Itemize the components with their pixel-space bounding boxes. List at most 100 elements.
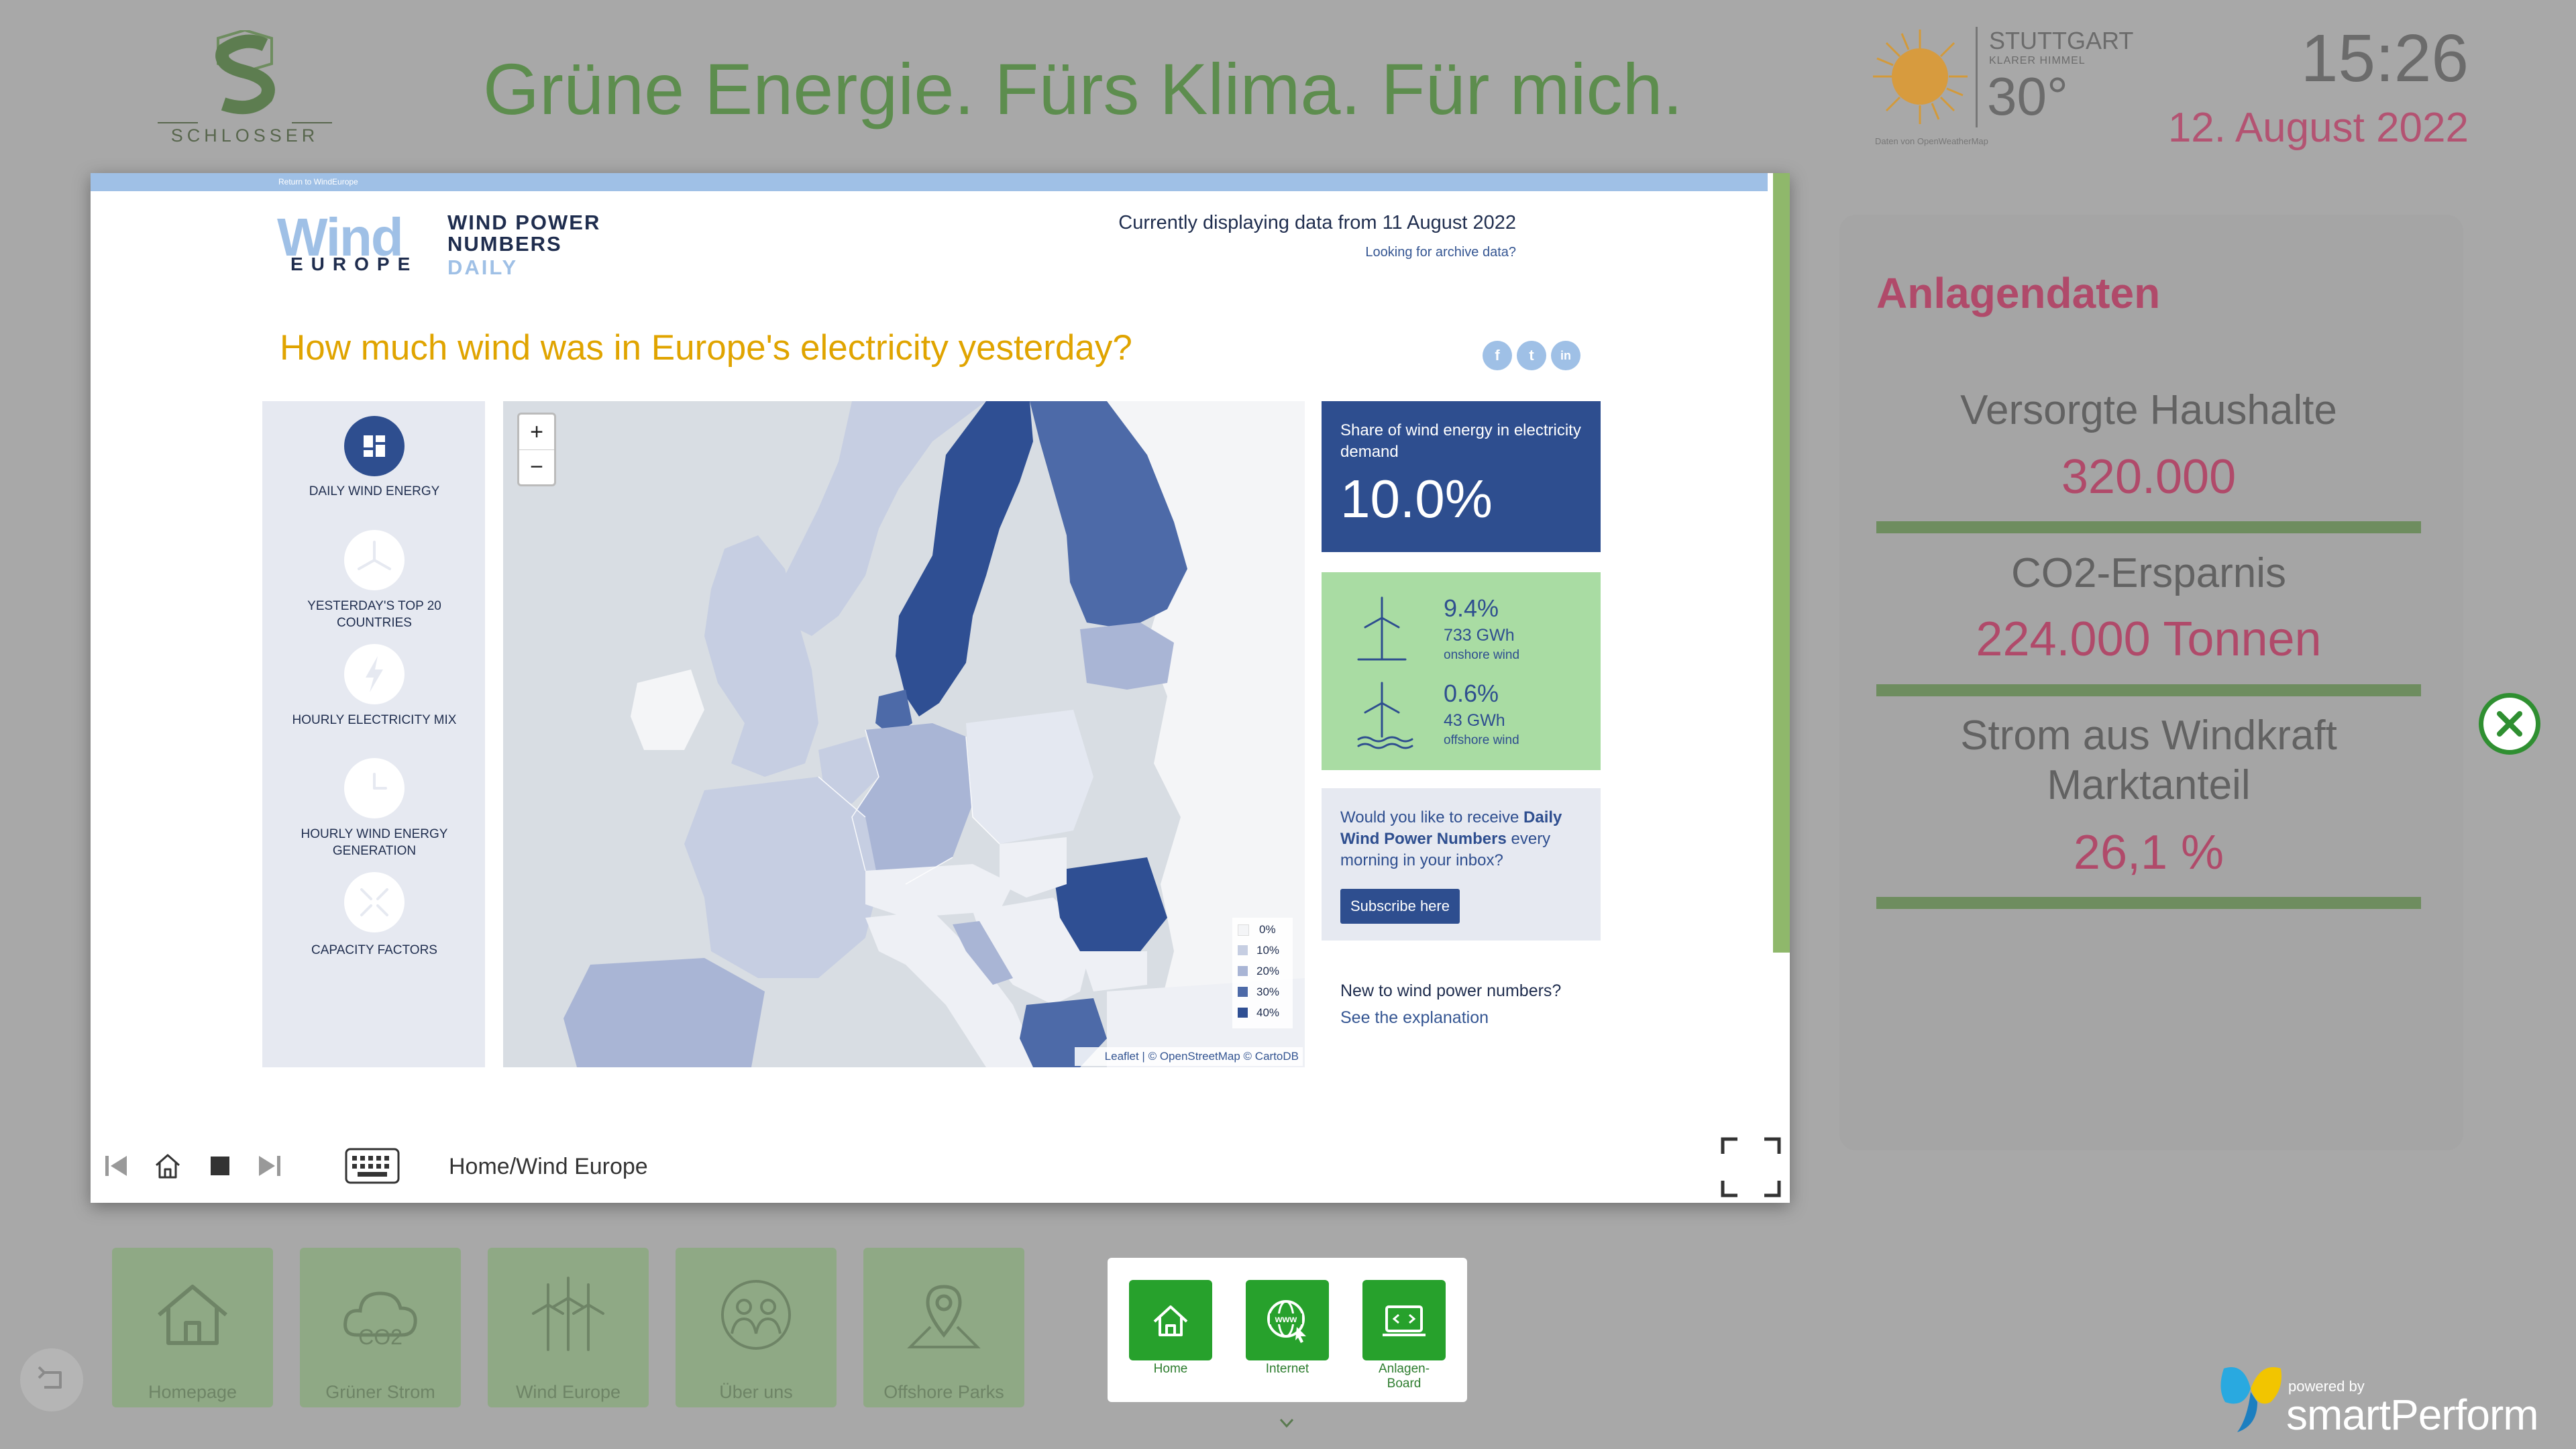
wind-turbines-icon: [532, 1277, 604, 1351]
facebook-icon[interactable]: f: [1483, 341, 1512, 370]
archive-link[interactable]: Looking for archive data?: [828, 245, 1516, 260]
tile-label: Wind Europe: [515, 1382, 621, 1402]
legend-label: 40%: [1256, 1006, 1280, 1019]
see-explanation-link[interactable]: See the explanation: [1340, 1008, 1489, 1028]
stat-value-co2: 224.000 Tonnen: [1976, 612, 2322, 666]
subscribe-button[interactable]: Subscribe here: [1340, 889, 1460, 924]
house-icon: [158, 1285, 227, 1345]
stats-panel: [1839, 215, 2463, 1150]
legend-label: 10%: [1256, 944, 1280, 957]
stat-label-households: Versorgte Haushalte: [1960, 387, 2337, 433]
product-title-line1: WIND POWER: [447, 211, 601, 234]
close-icon[interactable]: [2479, 693, 2540, 755]
clock: 15:26: [2300, 21, 2469, 96]
onshore-gwh: 733 GWh: [1444, 626, 1515, 645]
tile-label: Offshore Parks: [883, 1382, 1004, 1402]
back-arrow-icon: [38, 1366, 62, 1389]
weather-divider: [1976, 27, 1978, 127]
product-title-line3: DAILY: [447, 256, 519, 279]
keyboard-icon[interactable]: [344, 1146, 400, 1186]
stat-label-wind-line1: Strom aus Windkraft: [1960, 712, 2337, 759]
linkedin-icon[interactable]: in: [1551, 341, 1580, 370]
attribution-text: | © OpenStreetMap © CartoDB: [1138, 1050, 1299, 1063]
return-bar[interactable]: Return to WindEurope: [91, 173, 1768, 191]
twitter-icon[interactable]: t: [1517, 341, 1546, 370]
europe-map-shapes: [564, 401, 1305, 1067]
europe-map[interactable]: [503, 401, 1305, 1067]
stat-value-wind: 26,1 %: [2073, 826, 2224, 879]
internet-quick-button[interactable]: www: [1246, 1280, 1329, 1360]
scrollbar[interactable]: [1773, 173, 1790, 953]
sun-icon: [1873, 30, 1968, 124]
home-quick-button[interactable]: [1129, 1280, 1212, 1360]
offshore-percent: 0.6%: [1444, 680, 1499, 707]
dashboard-icon[interactable]: [344, 416, 405, 476]
stats-title: Anlagendaten: [1876, 269, 2161, 317]
sidebar-item-top20-line1[interactable]: YESTERDAY'S TOP 20: [268, 598, 480, 614]
quick-label-anlagen-board: Anlagen-Board: [1378, 1362, 1430, 1391]
stat-divider: [1876, 521, 2421, 533]
tile-homepage[interactable]: Homepage: [112, 1248, 273, 1407]
team-icon: [721, 1280, 791, 1350]
weather-source: Daten von OpenWeatherMap: [1875, 136, 1988, 146]
co2-cloud-icon: CO2: [343, 1291, 417, 1349]
svg-text:CO2: CO2: [358, 1325, 402, 1349]
offshore-gwh: 43 GWh: [1444, 711, 1505, 730]
tile-label: Grüner Strom: [325, 1382, 435, 1402]
legend-label: 30%: [1256, 985, 1280, 998]
return-link[interactable]: Return to WindEurope: [278, 177, 358, 186]
tile-wind-europe[interactable]: Wind Europe: [488, 1248, 649, 1407]
chevron-down-icon[interactable]: [1277, 1413, 1297, 1433]
offshore-turbine-icon: [1357, 682, 1413, 749]
windeurope-logo-europe[interactable]: EUROPE: [290, 254, 418, 275]
new-to-label: New to wind power numbers?: [1340, 981, 1562, 1000]
stat-divider: [1876, 684, 2421, 696]
breadcrumb: Home/Wind Europe: [449, 1154, 648, 1180]
sidebar-item-hourly-gen-line2[interactable]: GENERATION: [268, 843, 480, 859]
page-question: How much wind was in Europe's electricit…: [280, 328, 1132, 368]
breadcrumb-current: Wind Europe: [516, 1154, 648, 1179]
stat-divider: [1876, 897, 2421, 909]
tile-ueber-uns[interactable]: Über uns: [676, 1248, 837, 1407]
onshore-label: onshore wind: [1444, 648, 1520, 662]
turbine-icon[interactable]: [344, 530, 405, 590]
sidebar-item-daily-wind[interactable]: DAILY WIND ENERGY: [268, 483, 480, 500]
breadcrumb-home[interactable]: Home: [449, 1154, 510, 1179]
fullscreen-icon[interactable]: [1721, 1137, 1781, 1197]
quick-label-home: Home: [1153, 1362, 1188, 1376]
legend-swatch: [1238, 966, 1248, 976]
home-icon: [1153, 1305, 1188, 1336]
zoom-out-button[interactable]: −: [519, 449, 554, 484]
zoom-in-button[interactable]: +: [519, 415, 554, 450]
sidebar-item-top20-line2[interactable]: COUNTRIES: [268, 614, 480, 631]
stop-icon[interactable]: [203, 1149, 237, 1183]
stat-label-wind-line2: Marktanteil: [2047, 762, 2251, 808]
current-data-label: Currently displaying data from 11 August…: [1118, 212, 1516, 233]
product-title-line2: NUMBERS: [447, 232, 562, 256]
subscribe-text: Would you like to receive Daily Wind Pow…: [1340, 807, 1589, 871]
arrows-icon[interactable]: [344, 872, 405, 932]
clock-icon[interactable]: [344, 758, 405, 818]
skip-back-icon[interactable]: [99, 1149, 132, 1183]
tile-label: Über uns: [719, 1382, 793, 1402]
quick-label-internet: Internet: [1265, 1362, 1309, 1376]
map-attribution: Leaflet | © OpenStreetMap © CartoDB: [1075, 1047, 1303, 1066]
sidebar-item-capacity[interactable]: CAPACITY FACTORS: [268, 942, 480, 959]
legend-swatch: [1238, 987, 1248, 997]
tile-offshore-parks[interactable]: Offshore Parks: [863, 1248, 1024, 1407]
lightning-icon[interactable]: [344, 644, 405, 704]
tile-gruener-strom[interactable]: CO2 Grüner Strom: [300, 1248, 461, 1407]
home-nav-icon[interactable]: [151, 1149, 184, 1183]
logo-text: SCHLOSSER: [170, 125, 319, 146]
legend-swatch: [1238, 1008, 1248, 1018]
sidebar-item-hourly-gen-line1[interactable]: HOURLY WIND ENERGY: [268, 826, 480, 843]
leaflet-link[interactable]: Leaflet: [1105, 1050, 1139, 1063]
sidebar-item-hourly-mix[interactable]: HOURLY ELECTRICITY MIX: [268, 712, 480, 729]
weather-city: STUTTGART: [1989, 27, 2134, 54]
skip-forward-icon[interactable]: [254, 1149, 287, 1183]
back-button[interactable]: [20, 1348, 83, 1411]
anlagen-board-quick-button[interactable]: [1362, 1280, 1446, 1360]
map-pin-icon: [907, 1285, 981, 1348]
code-monitor-icon: [1383, 1305, 1426, 1336]
share-label: Share of wind energy in electricity dema…: [1340, 421, 1581, 461]
